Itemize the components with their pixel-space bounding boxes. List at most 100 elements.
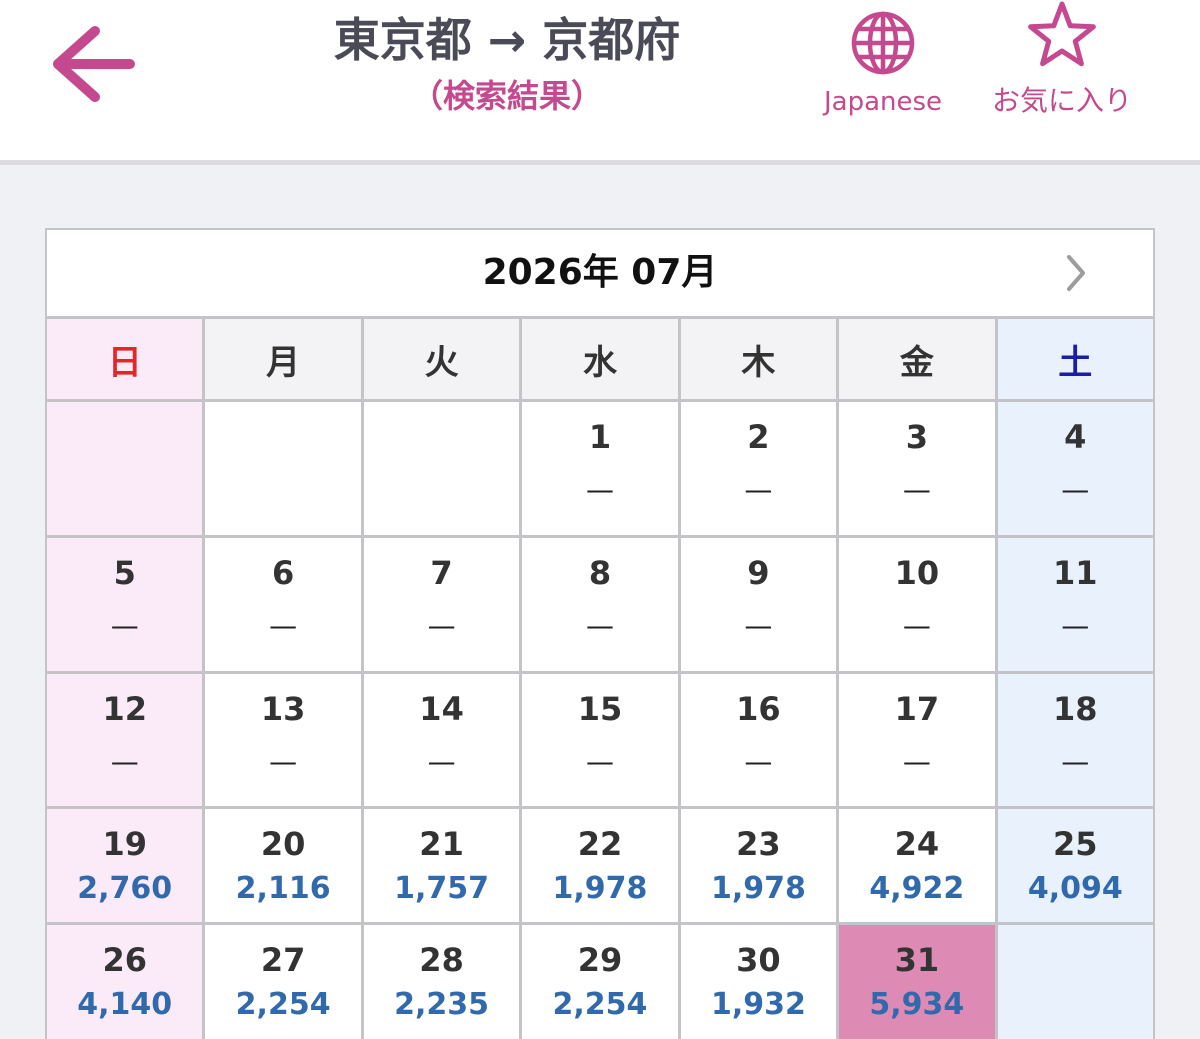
day-price: —: [1061, 473, 1090, 506]
day-cell[interactable]: 22 1,978: [522, 809, 678, 922]
day-cell[interactable]: 15 —: [522, 674, 678, 806]
day-number: 10: [894, 554, 940, 592]
day-cell[interactable]: 28 2,235: [363, 925, 520, 1039]
star-outline-icon: [1028, 1, 1096, 67]
day-number: 18: [1053, 690, 1098, 728]
day-cell[interactable]: 14 —: [363, 674, 520, 806]
day-cell[interactable]: 21 1,757: [363, 809, 520, 922]
day-number: 28: [419, 941, 464, 979]
day-price: —: [427, 745, 456, 778]
weekday-header-mon: 月: [205, 319, 361, 399]
day-number: 21: [419, 825, 464, 863]
day-cell[interactable]: 16 —: [680, 674, 837, 806]
day-number: 27: [260, 941, 306, 979]
weekday-header-wed: 水: [522, 319, 678, 399]
day-cell[interactable]: 29 2,254: [522, 925, 678, 1039]
day-cell[interactable]: 19 2,760: [47, 809, 203, 922]
next-month-button[interactable]: [1063, 252, 1089, 294]
weekday-header-thu: 木: [680, 319, 837, 399]
day-cell[interactable]: 8—: [522, 538, 678, 671]
day-number: 6: [272, 554, 295, 592]
day-price: —: [269, 745, 298, 778]
day-number: 25: [1053, 825, 1098, 863]
day-cell[interactable]: 24 4,922: [839, 809, 995, 922]
day-number: 14: [419, 690, 464, 728]
day-number: 12: [102, 690, 147, 728]
day-cell[interactable]: 1—: [522, 402, 678, 535]
day-cell[interactable]: 4—: [997, 402, 1153, 535]
day-price: —: [110, 745, 139, 778]
language-label: Japanese: [823, 87, 943, 117]
day-price: 2,116: [235, 871, 331, 906]
day-cell[interactable]: 13 —: [205, 674, 361, 806]
day-price: —: [585, 473, 614, 506]
day-number: 15: [577, 690, 623, 728]
weekday-header-tue: 火: [363, 319, 520, 399]
day-number: 30: [736, 941, 781, 979]
day-cell[interactable]: 7—: [363, 538, 520, 671]
day-price: 5,934: [869, 987, 965, 1022]
day-price: 4,094: [1027, 871, 1123, 906]
day-number: 23: [736, 825, 781, 863]
day-cell[interactable]: 27 2,254: [205, 925, 361, 1039]
weekday-header-fri: 金: [839, 319, 995, 399]
empty-day-cell: [997, 925, 1153, 1039]
chevron-right-icon: [1067, 255, 1085, 291]
day-price: —: [744, 745, 773, 778]
day-number: 17: [894, 690, 940, 728]
day-cell[interactable]: 17 —: [839, 674, 995, 806]
day-number: 22: [577, 825, 623, 863]
day-cell[interactable]: 2—: [680, 402, 837, 535]
day-cell[interactable]: 6—: [205, 538, 361, 671]
day-number: 29: [577, 941, 623, 979]
day-price: 2,254: [235, 987, 331, 1022]
day-cell[interactable]: 23 1,978: [680, 809, 837, 922]
route-title-block: 東京都 → 京都府 （検索結果）: [297, 8, 717, 118]
day-number: 13: [260, 690, 306, 728]
day-price: —: [902, 745, 931, 778]
day-cell[interactable]: 20 2,116: [205, 809, 361, 922]
day-cell[interactable]: 5—: [47, 538, 203, 671]
day-number: 16: [736, 690, 781, 728]
day-cell[interactable]: 10 —: [839, 538, 995, 671]
day-price: —: [585, 609, 614, 642]
day-price: —: [902, 609, 931, 642]
day-cell[interactable]: 25 4,094: [997, 809, 1153, 922]
day-price: 4,140: [77, 987, 173, 1022]
weekday-header-sun: 日: [47, 319, 203, 399]
day-number: 19: [102, 825, 147, 863]
day-price: —: [902, 473, 931, 506]
empty-day-cell: [47, 402, 203, 535]
language-button[interactable]: Japanese: [803, 0, 963, 140]
favorite-button[interactable]: お気に入り: [982, 0, 1142, 140]
day-number: 26: [102, 941, 147, 979]
month-label: 2026年 07月: [482, 252, 718, 293]
day-price: —: [1061, 745, 1090, 778]
day-cell[interactable]: 3—: [839, 402, 995, 535]
day-price: 1,757: [394, 871, 490, 906]
back-button[interactable]: [48, 22, 140, 108]
day-number: 4: [1064, 418, 1087, 456]
favorite-label: お気に入り: [991, 84, 1132, 117]
day-number: 9: [747, 554, 770, 592]
day-number: 7: [430, 554, 453, 592]
day-price: 1,932: [710, 987, 806, 1022]
day-cell[interactable]: 31 5,934: [839, 925, 995, 1039]
day-number: 1: [588, 418, 612, 456]
app-header: 東京都 → 京都府 （検索結果） Japanese お気に入り: [0, 0, 1200, 165]
day-cell[interactable]: 11 —: [997, 538, 1153, 671]
day-price: 4,922: [869, 871, 965, 906]
day-cell[interactable]: 30 1,932: [680, 925, 837, 1039]
day-cell[interactable]: 9—: [680, 538, 837, 671]
day-cell[interactable]: 12 —: [47, 674, 203, 806]
day-price: —: [1061, 609, 1090, 642]
day-cell[interactable]: 26 4,140: [47, 925, 203, 1039]
day-number: 20: [260, 825, 306, 863]
day-price: 1,978: [552, 871, 648, 906]
day-price: —: [427, 609, 456, 642]
page-subtitle: （検索結果）: [410, 77, 603, 115]
day-price: —: [744, 609, 773, 642]
day-price: —: [744, 473, 773, 506]
empty-day-cell: [205, 402, 361, 535]
day-cell[interactable]: 18 —: [997, 674, 1153, 806]
